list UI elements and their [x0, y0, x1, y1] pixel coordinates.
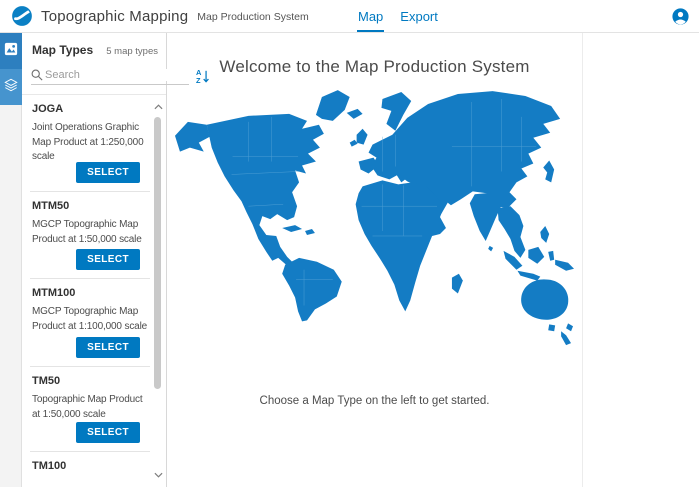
map-type-description: MGCP Topographic Map Product at 1:100,00…: [32, 305, 153, 334]
map-type-name: JOGA: [32, 103, 150, 115]
app-subtitle: Map Production System: [197, 9, 308, 23]
tab-map[interactable]: Map: [357, 0, 384, 32]
map-panel-icon: [4, 42, 18, 61]
rail-item-map-types[interactable]: [0, 33, 22, 69]
app-header: Topographic Mapping Map Production Syste…: [0, 0, 699, 33]
map-type-card-mtm100: MTM100 MGCP Topographic Map Product at 1…: [30, 279, 150, 367]
select-button[interactable]: SELECT: [76, 337, 140, 358]
tab-export[interactable]: Export: [399, 0, 439, 32]
map-type-description: Topographic Map Product at 1:50,000 scal…: [32, 393, 153, 422]
left-rail: [0, 33, 22, 487]
map-type-name: TM100: [32, 460, 150, 472]
map-type-list: JOGA Joint Operations Graphic Map Produc…: [22, 95, 166, 487]
globe-logo-icon: [11, 5, 33, 27]
select-button[interactable]: SELECT: [76, 422, 140, 443]
scrollbar-thumb[interactable]: [154, 117, 161, 389]
rail-item-layers[interactable]: [0, 69, 22, 105]
map-type-card-joga: JOGA Joint Operations Graphic Map Produc…: [30, 95, 150, 192]
world-map: [174, 87, 576, 380]
map-type-name: TM50: [32, 375, 150, 387]
account-icon[interactable]: [672, 8, 689, 25]
map-type-card-tm50: TM50 Topographic Map Product at 1:50,000…: [30, 367, 150, 452]
map-type-card-tm100: TM100: [30, 452, 150, 487]
app-title: Topographic Mapping: [41, 8, 188, 25]
content-area: Map Types 5 map types A Z: [0, 33, 699, 487]
select-button[interactable]: SELECT: [76, 162, 140, 183]
search-icon: [31, 69, 43, 81]
welcome-heading: Welcome to the Map Production System: [167, 57, 582, 77]
app-window: Topographic Mapping Map Production Syste…: [0, 0, 699, 487]
map-type-card-mtm50: MTM50 MGCP Topographic Map Product at 1:…: [30, 192, 150, 279]
scroll-down-icon[interactable]: [152, 469, 164, 481]
map-type-description: MGCP Topographic Map Product at 1:50,000…: [32, 218, 153, 247]
layers-icon: [4, 78, 18, 97]
right-empty-area: [583, 33, 699, 487]
map-type-name: MTM100: [32, 287, 150, 299]
header-tabs: Map Export: [357, 0, 439, 32]
main-panel: Welcome to the Map Production System: [167, 33, 583, 487]
map-type-count: 5 map types: [106, 46, 158, 57]
instruction-text: Choose a Map Type on the left to get sta…: [167, 395, 582, 407]
map-type-name: MTM50: [32, 200, 150, 212]
map-type-description: Joint Operations Graphic Map Product at …: [32, 121, 153, 165]
scroll-up-icon[interactable]: [152, 101, 164, 113]
list-scrollbar[interactable]: [152, 95, 164, 487]
map-types-panel: Map Types 5 map types A Z: [22, 33, 167, 487]
search-field-wrap: [31, 67, 189, 85]
panel-title: Map Types: [32, 43, 93, 57]
select-button[interactable]: SELECT: [76, 249, 140, 270]
